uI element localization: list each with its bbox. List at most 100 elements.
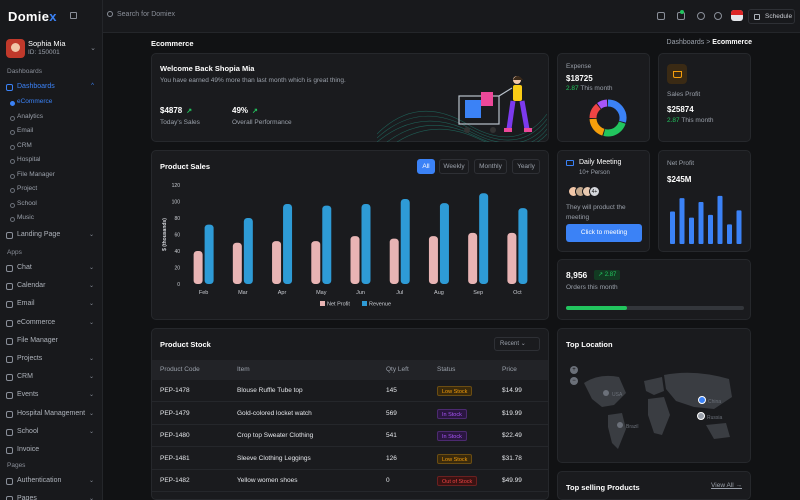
chevron-down-icon: ⌄: [520, 341, 526, 347]
sidebar-item[interactable]: Projects ⌄: [6, 354, 98, 367]
orders-change-badge: ↗ 2.87: [594, 270, 621, 280]
net-profit-bar: [679, 198, 685, 244]
legend-label: Revenue: [369, 302, 391, 308]
col-qty-left[interactable]: Qty Left: [386, 360, 409, 380]
sidebar-item[interactable]: Events ⌄: [6, 390, 98, 403]
bar-net-profit: [389, 238, 399, 284]
sales-profit-change: 2.87 This month: [667, 117, 714, 124]
filter-yearly-button[interactable]: Yearly: [512, 159, 540, 174]
settings-icon[interactable]: [697, 12, 705, 20]
y-tick-label: 120: [172, 183, 181, 189]
world-map: USA Brazil China Russia: [584, 372, 732, 449]
menu-icon: [6, 356, 13, 363]
menu-icon: [6, 496, 13, 500]
sales-profit-label: Sales Profit: [667, 91, 701, 98]
price: $49.99: [502, 477, 522, 484]
y-tick-label: 40: [174, 249, 180, 255]
chevron-down-icon: ⌄: [88, 374, 94, 381]
sidebar-item[interactable]: Landing Page ⌄: [6, 230, 98, 243]
top-selling-title: Top selling Products: [566, 483, 640, 492]
bar-revenue: [518, 208, 528, 284]
menu-icon: [6, 410, 13, 418]
user-profile[interactable]: Sophia Mia ID: 150001 ⌄: [6, 37, 98, 61]
sidebar-item-dashboards[interactable]: Dashboards ^: [6, 82, 98, 95]
trend-up-icon: ↗: [252, 108, 258, 115]
sidebar-item[interactable]: Invoice: [6, 445, 98, 458]
sidebar-item[interactable]: File Manager: [6, 336, 98, 349]
map-marker-china: [698, 396, 706, 404]
sidebar-item[interactable]: Email ⌄: [6, 299, 98, 312]
net-profit-label: Net Profit: [667, 160, 695, 167]
col-price[interactable]: Price: [502, 360, 517, 380]
net-profit-value: $245M: [667, 175, 692, 184]
sales-profit-value: $25874: [667, 105, 694, 114]
sort-select[interactable]: Recent ⌄: [494, 337, 540, 351]
qty-left: 126: [386, 454, 397, 462]
table-row[interactable]: PEP-1479 Gold-colored locket watch 569 In S…: [152, 403, 548, 425]
orders-label: Orders this month: [566, 284, 618, 291]
sidebar-item[interactable]: eCommerce ⌄: [6, 318, 98, 331]
filter-all-button[interactable]: All: [417, 159, 435, 174]
orders-value: 8,956: [566, 270, 588, 280]
sidebar-item[interactable]: School ⌄: [6, 427, 98, 440]
table-row[interactable]: PEP-1481 Sleeve Clothing Leggings 126 Low S…: [152, 448, 548, 470]
y-axis-label: $ (thousands): [162, 218, 168, 251]
product-stock-card: Product Stock Recent ⌄ Product Code Item…: [151, 328, 549, 500]
sidebar-item[interactable]: Authentication ⌄: [6, 476, 98, 489]
legend-swatch: [362, 301, 367, 306]
theme-toggle-icon[interactable]: [714, 12, 722, 20]
net-profit-bar: [670, 211, 675, 244]
apps-grid-icon[interactable]: [657, 12, 665, 20]
col-item[interactable]: Item: [237, 360, 250, 380]
price: $19.99: [502, 409, 522, 417]
chevron-up-icon: ^: [91, 83, 94, 89]
sidebar-item[interactable]: Calendar ⌄: [6, 281, 98, 294]
bar-net-profit: [232, 242, 242, 284]
breadcrumb: Dashboards > Ecommerce: [666, 39, 752, 46]
schedule-button[interactable]: Schedule: [748, 9, 795, 24]
bar-revenue: [479, 193, 489, 284]
expense-change: 2.87 This month: [566, 85, 613, 92]
language-flag-icon[interactable]: [731, 10, 743, 21]
chevron-down-icon: ⌄: [88, 410, 94, 417]
col-status[interactable]: Status: [437, 360, 455, 380]
expense-donut-chart: [589, 99, 627, 137]
x-tick-label: May: [316, 290, 327, 296]
map-label-russia: Russia: [707, 415, 723, 421]
view-all-link[interactable]: View All →: [711, 482, 742, 489]
more-attendees-badge: 4+: [589, 186, 600, 197]
map-marker-russia: [697, 412, 705, 420]
filter-monthly-button[interactable]: Monthly: [474, 159, 507, 174]
search-icon: [107, 11, 113, 17]
sidebar-item[interactable]: Pages ⌄: [6, 494, 98, 500]
sidebar-item[interactable]: Chat ⌄: [6, 263, 98, 276]
search-input[interactable]: Search for Domiex: [107, 11, 175, 18]
breadcrumb-parent[interactable]: Dashboards: [667, 39, 705, 46]
sidebar-item[interactable]: CRM ⌄: [6, 372, 98, 385]
table-row[interactable]: PEP-1480 Crop top Sweater Clothing 541 In S…: [152, 425, 548, 447]
chevron-down-icon: ⌄: [88, 428, 94, 435]
brand-logo[interactable]: Domiex: [8, 9, 57, 24]
table-row[interactable]: PEP-1482 Yellow women shoes 0 Out of Stock $…: [152, 470, 548, 492]
filter-weekly-button[interactable]: Weekly: [439, 159, 469, 174]
orders-card: 8,956 ↗ 2.87 Orders this month: [557, 259, 751, 320]
table-row[interactable]: PEP-1478 Blouse Ruffle Tube top 145 Low Sto…: [152, 380, 548, 402]
sidebar-toggle-icon[interactable]: [70, 12, 77, 19]
user-id: ID: 150001: [28, 49, 60, 56]
top-selling-card: Top selling Products View All →: [557, 471, 751, 500]
x-tick-label: Aug: [434, 290, 444, 296]
net-profit-bar: [698, 202, 704, 244]
menu-icon: [6, 392, 13, 400]
menu-icon: [6, 428, 13, 436]
menu-icon: [6, 374, 13, 382]
qty-left: 145: [386, 387, 397, 394]
chevron-down-icon: ⌄: [88, 232, 94, 238]
todays-sales-value: $4878 ↗: [160, 106, 193, 115]
sidebar: Domiex Sophia Mia ID: 150001 ⌄ Dashboard…: [0, 0, 103, 500]
col-product-code[interactable]: Product Code: [160, 360, 200, 380]
y-tick-label: 60: [174, 233, 180, 239]
sidebar-item[interactable]: Hospital Management ⌄: [6, 409, 98, 422]
net-profit-bar: [708, 214, 713, 244]
bar-net-profit: [428, 236, 438, 284]
join-meeting-button[interactable]: Click to meeting: [566, 224, 642, 242]
